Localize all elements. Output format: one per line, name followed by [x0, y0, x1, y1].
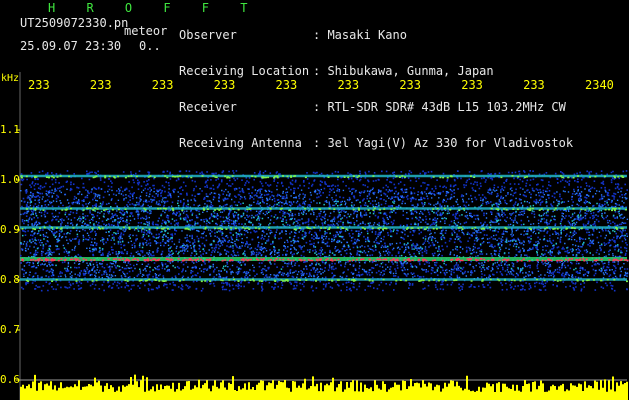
- y-tick-label: 1.1: [0, 123, 20, 136]
- noise-layer: [20, 170, 629, 292]
- y-tick-label: 0.7: [0, 323, 20, 336]
- power-trace-layer: [20, 374, 628, 400]
- y-axis-label: kHz: [1, 73, 20, 84]
- x-tick-label: 2340: [585, 78, 614, 92]
- y-tick-label: 1.0: [0, 173, 20, 186]
- y-tick-label: 0.6: [0, 373, 20, 386]
- noise-speckle: [20, 170, 629, 292]
- x-tick-label: 233: [399, 78, 422, 92]
- x-tick-label: 233: [151, 78, 174, 92]
- x-tick-label: 233: [461, 78, 483, 92]
- x-tick-label: 233: [89, 78, 112, 92]
- power-trace-bars: [20, 374, 628, 400]
- y-tick-label: 0.9: [0, 223, 20, 236]
- spectrogram-chart: [16, 72, 629, 400]
- x-tick-label: 233: [337, 78, 360, 92]
- x-tick-label: 233: [275, 78, 298, 92]
- x-tick-label: 233: [213, 78, 236, 92]
- y-tick-label: 0.8: [0, 273, 20, 286]
- x-tick-label: 233: [523, 78, 545, 92]
- x-tick-label: 233: [28, 78, 50, 92]
